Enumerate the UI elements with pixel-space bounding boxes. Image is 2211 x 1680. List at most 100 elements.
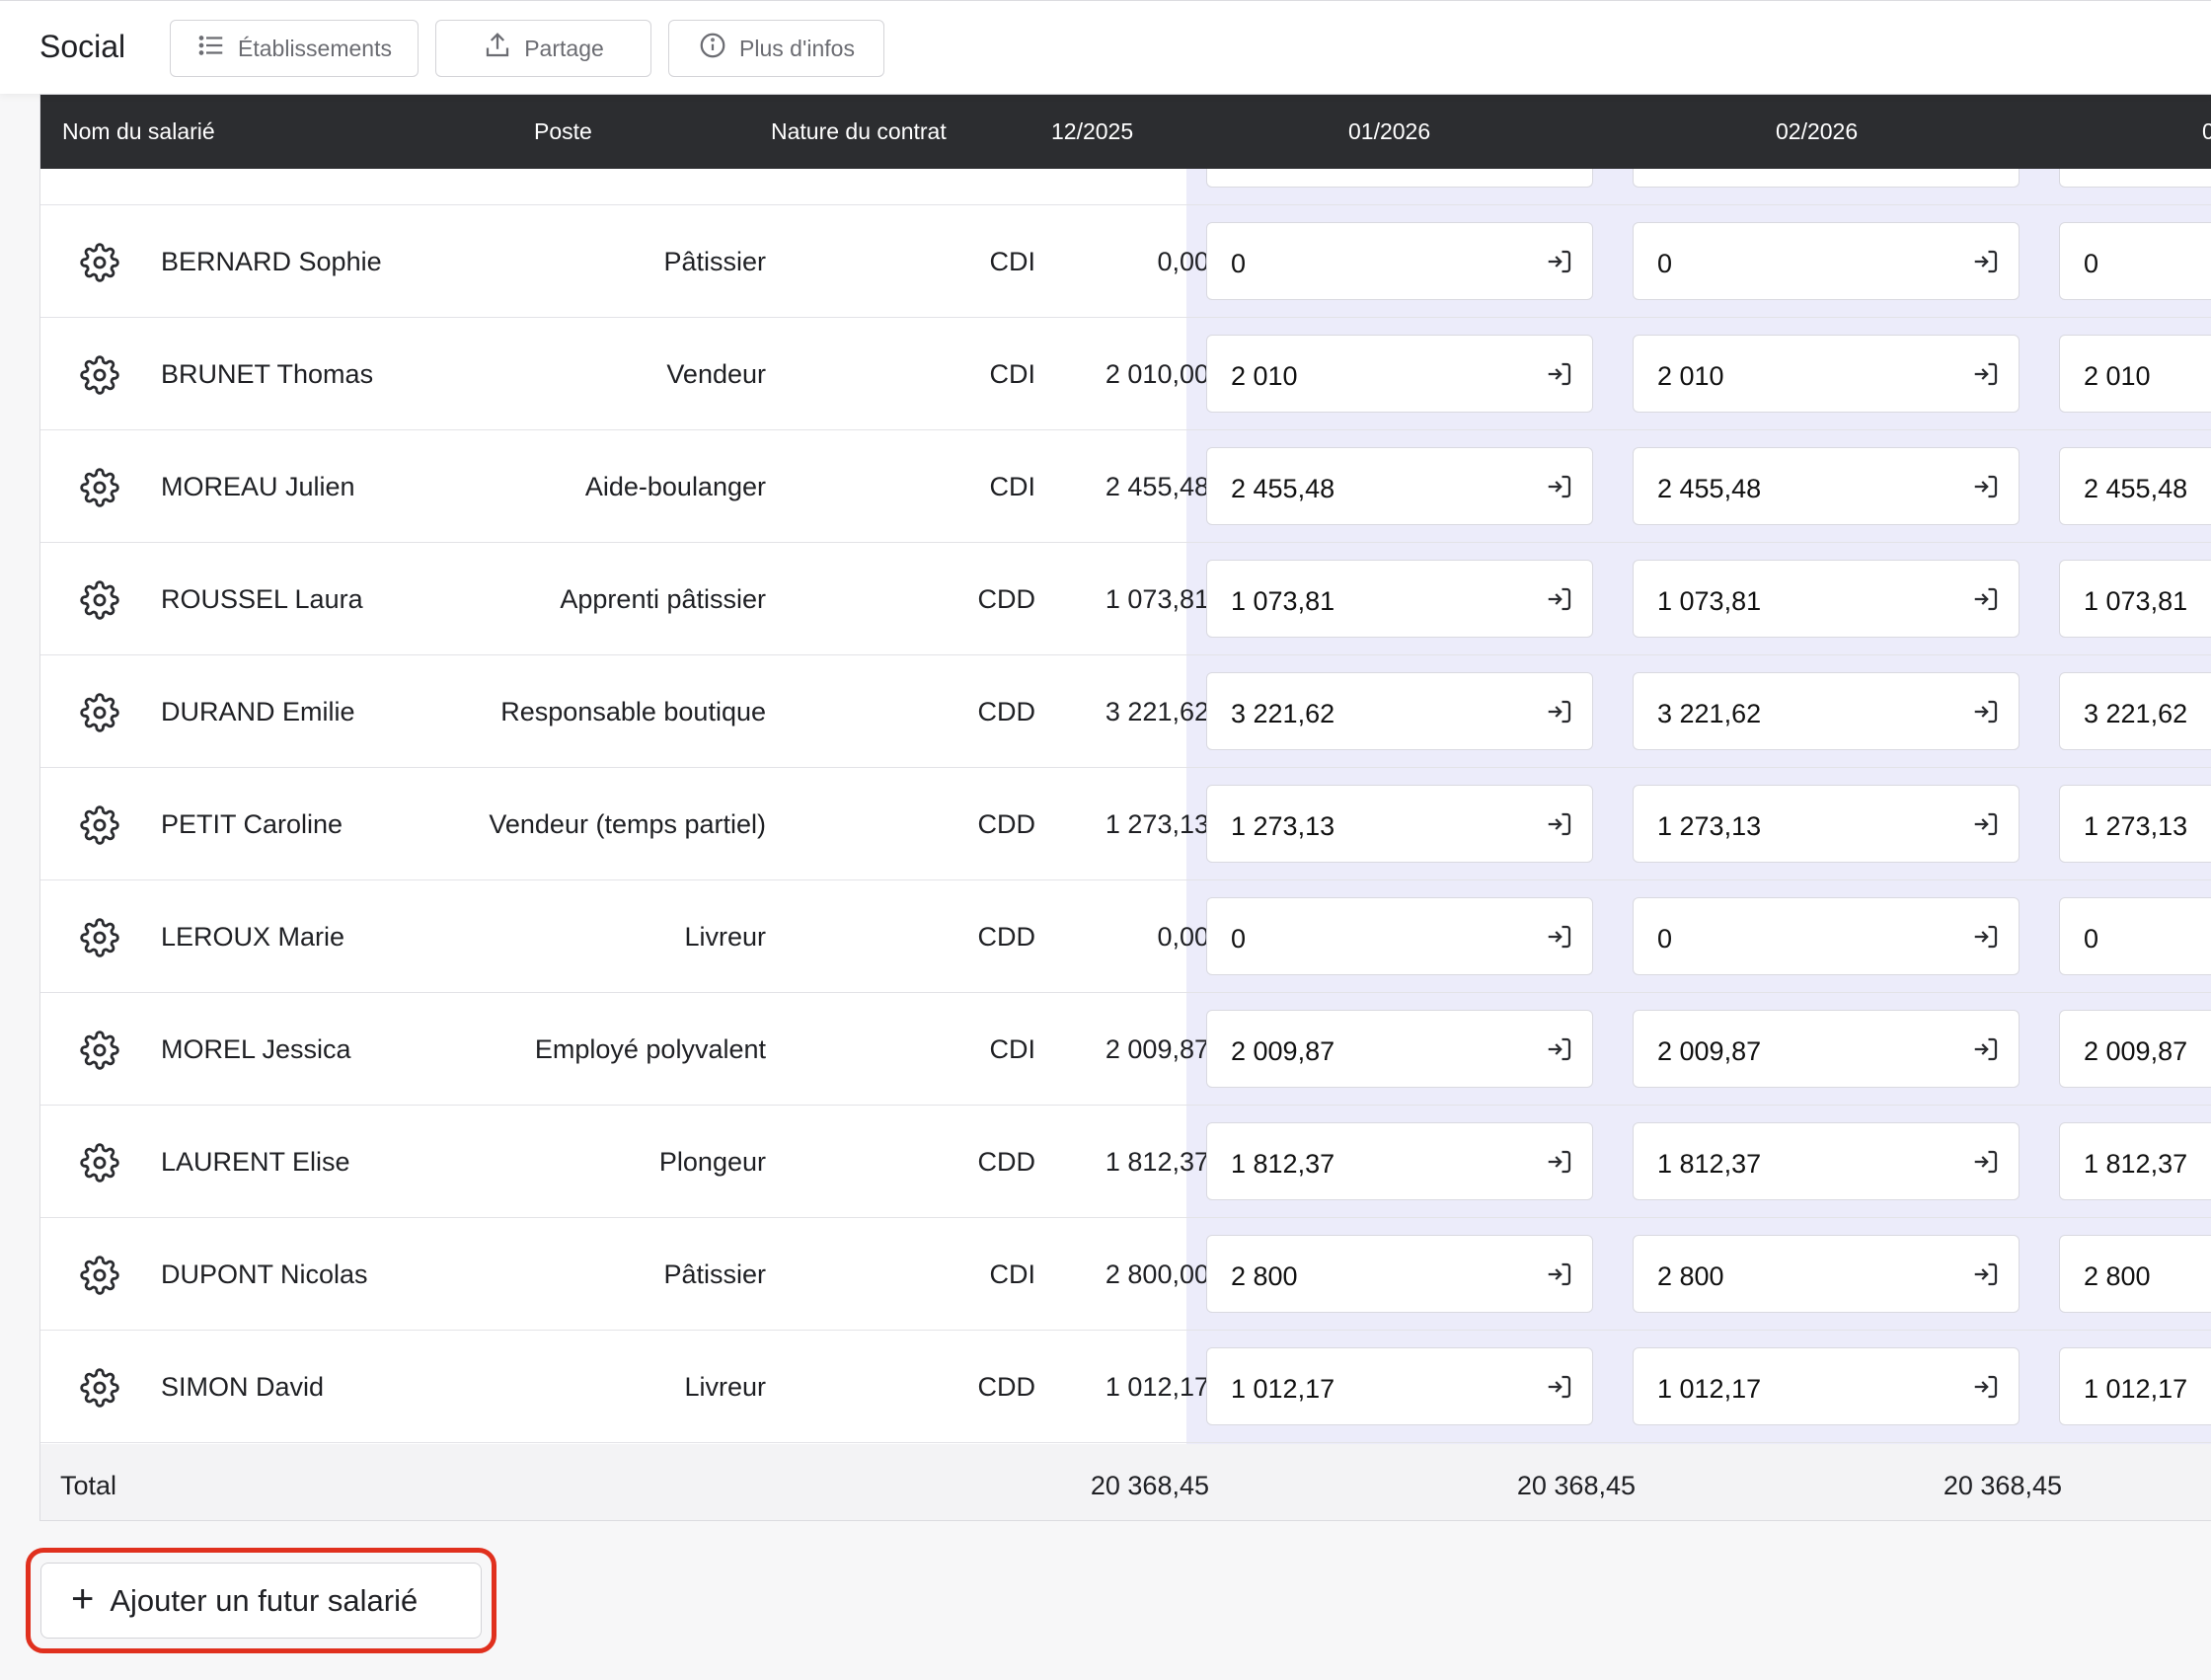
salary-input-month-2[interactable]: 1 012,17 [1206, 1347, 1593, 1425]
salary-input-month-2[interactable]: 0 [1206, 897, 1593, 975]
salary-input-month-4[interactable]: 1 012,17 [2059, 1347, 2211, 1425]
salary-input-month-4[interactable]: 2 009,87 [2059, 1010, 2211, 1088]
partial-input[interactable] [2059, 169, 2211, 188]
salary-input-month-4[interactable]: 2 010 [2059, 335, 2211, 413]
salary-input-month-4[interactable]: 3 221,62 [2059, 672, 2211, 750]
apply-arrow-icon[interactable] [1545, 809, 1574, 839]
employee-poste: Aide-boulanger [584, 472, 766, 501]
salary-input-month-2[interactable]: 2 455,48 [1206, 447, 1593, 525]
apply-arrow-icon[interactable] [1545, 1147, 1574, 1177]
salary-input-month-3[interactable]: 1 012,17 [1633, 1347, 2020, 1425]
etablissements-button[interactable]: Établissements [170, 20, 419, 77]
apply-arrow-icon[interactable] [1971, 1260, 2001, 1289]
gear-icon[interactable] [80, 1256, 119, 1295]
apply-arrow-icon[interactable] [1545, 584, 1574, 614]
apply-arrow-icon[interactable] [1971, 1034, 2001, 1064]
apply-arrow-icon[interactable] [1971, 1147, 2001, 1177]
salary-input-month-4[interactable]: 1 812,37 [2059, 1122, 2211, 1200]
salary-input-value: 2 800 [1657, 1261, 1724, 1291]
salary-input-month-4[interactable]: 0 [2059, 897, 2211, 975]
salary-input-month-3[interactable]: 3 221,62 [1633, 672, 2020, 750]
apply-arrow-icon[interactable] [1545, 247, 1574, 276]
apply-arrow-icon[interactable] [1971, 472, 2001, 501]
add-future-employee-button[interactable]: + Ajouter un futur salarié [40, 1563, 482, 1639]
salary-input-value: 1 012,17 [2084, 1374, 2188, 1404]
salary-input-month-3[interactable]: 2 800 [1633, 1235, 2020, 1313]
apply-arrow-icon[interactable] [1545, 359, 1574, 389]
salary-input-month-3[interactable]: 0 [1633, 222, 2020, 300]
employee-name: BERNARD Sophie [161, 247, 382, 276]
salary-input-month-3[interactable]: 2 010 [1633, 335, 2020, 413]
employee-name: ROUSSEL Laura [161, 584, 363, 614]
salary-month-1: 0,00 [1157, 922, 1209, 952]
employee-contrat: CDI [989, 247, 1036, 276]
apply-arrow-icon[interactable] [1971, 1372, 2001, 1402]
salary-month-1: 2 800,00 [1105, 1260, 1209, 1289]
gear-icon[interactable] [80, 918, 119, 957]
salary-input-month-4[interactable]: 1 073,81 [2059, 560, 2211, 638]
salary-input-month-2[interactable]: 1 073,81 [1206, 560, 1593, 638]
gear-icon[interactable] [80, 468, 119, 507]
employee-contrat: CDI [989, 1260, 1036, 1289]
salary-input-month-3[interactable]: 1 812,37 [1633, 1122, 2020, 1200]
gear-icon[interactable] [80, 1368, 119, 1408]
salary-input-month-4[interactable]: 2 800 [2059, 1235, 2211, 1313]
employee-name: MOREAU Julien [161, 472, 355, 501]
salary-input-month-2[interactable]: 3 221,62 [1206, 672, 1593, 750]
apply-arrow-icon[interactable] [1971, 359, 2001, 389]
apply-arrow-icon[interactable] [1545, 1372, 1574, 1402]
apply-arrow-icon[interactable] [1971, 922, 2001, 952]
apply-arrow-icon[interactable] [1971, 247, 2001, 276]
apply-arrow-icon[interactable] [1545, 922, 1574, 952]
salary-input-value: 1 812,37 [1231, 1149, 1335, 1179]
salary-input-month-3[interactable]: 0 [1633, 897, 2020, 975]
salary-input-month-3[interactable]: 2 455,48 [1633, 447, 2020, 525]
salary-input-value: 2 009,87 [1657, 1036, 1762, 1066]
total-month-3: 20 368,45 [1943, 1471, 2062, 1500]
table-row: DUPONT Nicolas Pâtissier CDI 2 800,00 2 800 2… [40, 1218, 2211, 1331]
salary-input-month-3[interactable]: 2 009,87 [1633, 1010, 2020, 1088]
partial-input[interactable] [1206, 169, 1593, 188]
apply-arrow-icon[interactable] [1971, 584, 2001, 614]
gear-icon[interactable] [80, 805, 119, 845]
employee-name: DUPONT Nicolas [161, 1260, 368, 1289]
apply-arrow-icon[interactable] [1545, 472, 1574, 501]
salary-input-month-4[interactable]: 0 [2059, 222, 2211, 300]
salary-input-value: 3 221,62 [2084, 699, 2188, 728]
gear-icon[interactable] [80, 243, 119, 282]
gear-icon[interactable] [80, 1031, 119, 1070]
salary-month-1: 2 009,87 [1105, 1034, 1209, 1064]
header-month-4: 0 [2202, 118, 2211, 145]
apply-arrow-icon[interactable] [1971, 809, 2001, 839]
apply-arrow-icon[interactable] [1971, 697, 2001, 726]
apply-arrow-icon[interactable] [1545, 697, 1574, 726]
partial-input[interactable] [1633, 169, 2020, 188]
salary-input-month-4[interactable]: 2 455,48 [2059, 447, 2211, 525]
salary-input-month-2[interactable]: 2 800 [1206, 1235, 1593, 1313]
apply-arrow-icon[interactable] [1545, 1034, 1574, 1064]
salary-input-value: 2 010 [2084, 361, 2151, 391]
salary-input-month-2[interactable]: 1 812,37 [1206, 1122, 1593, 1200]
table-row: MOREAU Julien Aide-boulanger CDI 2 455,48 2 … [40, 430, 2211, 543]
gear-icon[interactable] [80, 580, 119, 620]
share-button[interactable]: Partage [435, 20, 651, 77]
employee-name: SIMON David [161, 1372, 325, 1402]
gear-icon[interactable] [80, 355, 119, 395]
salary-input-month-2[interactable]: 2 009,87 [1206, 1010, 1593, 1088]
apply-arrow-icon[interactable] [1545, 1260, 1574, 1289]
salary-month-1: 1 273,13 [1105, 809, 1209, 839]
salary-input-month-3[interactable]: 1 273,13 [1633, 785, 2020, 863]
gear-icon[interactable] [80, 1143, 119, 1183]
salary-input-month-4[interactable]: 1 273,13 [2059, 785, 2211, 863]
employee-poste: Responsable boutique [500, 697, 766, 726]
employee-contrat: CDI [989, 359, 1036, 389]
salary-input-month-2[interactable]: 2 010 [1206, 335, 1593, 413]
header-month-3: 02/2026 [1776, 118, 1859, 144]
gear-icon[interactable] [80, 693, 119, 732]
salary-input-month-2[interactable]: 0 [1206, 222, 1593, 300]
more-info-button[interactable]: Plus d'infos [668, 20, 884, 77]
salary-input-value: 0 [2084, 249, 2099, 278]
salary-input-month-3[interactable]: 1 073,81 [1633, 560, 2020, 638]
employee-poste: Apprenti pâtissier [560, 584, 766, 614]
salary-input-month-2[interactable]: 1 273,13 [1206, 785, 1593, 863]
